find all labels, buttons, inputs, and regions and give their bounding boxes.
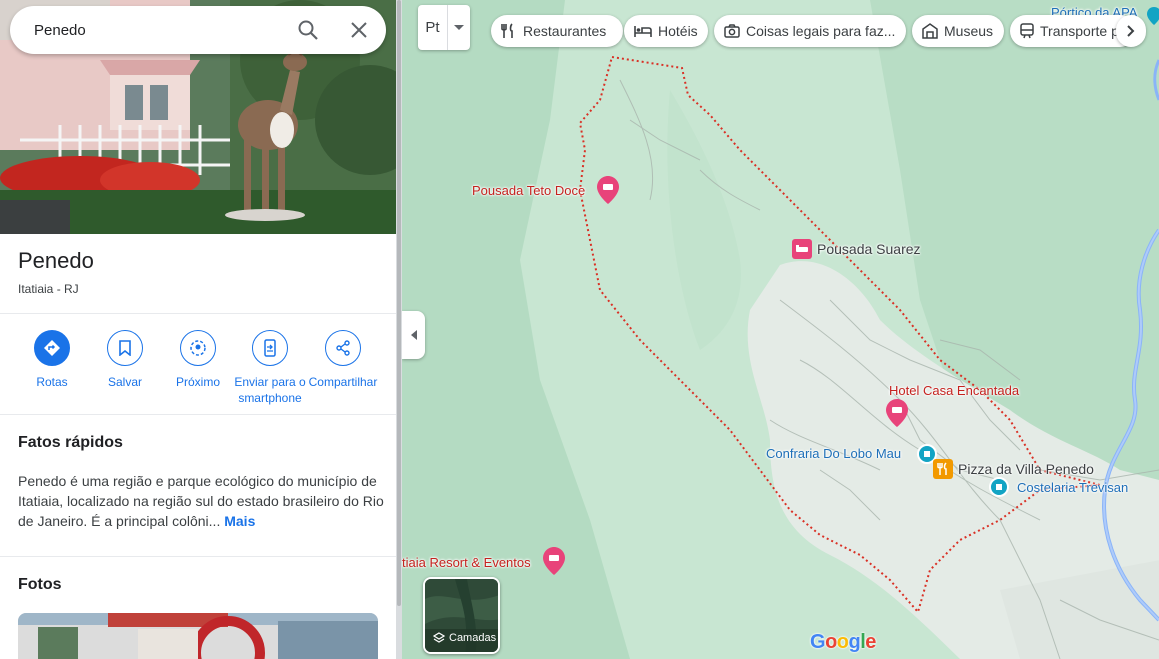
divider [0, 313, 396, 314]
chip-label: Hotéis [658, 23, 698, 39]
page-title: Penedo [18, 248, 94, 273]
place-label-costelaria[interactable]: Costelaria Trevisan [1017, 480, 1128, 495]
close-icon[interactable] [347, 18, 371, 42]
panel-scrollbar[interactable] [396, 0, 402, 659]
search-input[interactable] [34, 21, 274, 39]
collapse-panel-button[interactable] [402, 311, 425, 359]
nearby-button[interactable]: Próximo [158, 330, 238, 390]
nearby-icon[interactable] [180, 330, 216, 366]
search-box[interactable] [10, 6, 386, 54]
place-label-casa-encantada[interactable]: Hotel Casa Encantada [889, 383, 1019, 398]
chevron-down-icon[interactable] [448, 5, 470, 50]
hotel-pin-icon[interactable] [597, 176, 619, 209]
train-icon [1020, 23, 1034, 39]
hotel-square-icon[interactable] [792, 239, 812, 264]
divider [0, 556, 396, 557]
send-to-phone-icon[interactable] [252, 330, 288, 366]
place-header: Penedo Itatiaia - RJ [18, 248, 94, 296]
divider [0, 414, 396, 415]
share-button[interactable]: Compartilhar [303, 330, 383, 390]
chip-label: Coisas legais para faz... [746, 23, 896, 39]
action-label: Enviar para o smartphone [234, 375, 306, 405]
fork-knife-icon [501, 23, 513, 38]
scrollbar-thumb[interactable] [397, 0, 401, 606]
app-root: Pórtico da APA Pousada Teto Doce Pousada… [0, 0, 1159, 659]
camera-icon [724, 24, 740, 38]
photos-heading: Fotos [18, 576, 62, 593]
place-label-pizza[interactable]: Pizza da Villa Penedo [958, 461, 1094, 477]
layers-button[interactable]: Camadas [423, 577, 500, 654]
museum-icon [922, 23, 938, 39]
facts-text: Penedo é uma região e parque ecológico d… [18, 473, 384, 529]
hotel-pin-icon[interactable] [543, 547, 565, 580]
facts-heading: Fatos rápidos [18, 434, 123, 451]
chip-label: Transporte p [1040, 23, 1119, 39]
action-label: Salvar [107, 375, 142, 389]
bed-icon [634, 26, 652, 37]
action-label: Rotas [36, 375, 68, 389]
layers-label: Camadas [449, 632, 497, 644]
google-logo: Google [810, 631, 876, 653]
chip-museus[interactable]: Museus [912, 15, 1004, 47]
directions-button[interactable]: Rotas [12, 330, 92, 390]
shop-pin-icon[interactable] [989, 477, 1009, 502]
map-canvas[interactable]: Pórtico da APA Pousada Teto Doce Pousada… [400, 0, 1159, 659]
transit-label[interactable]: Pt [418, 5, 448, 50]
place-label-teto-doce[interactable]: Pousada Teto Doce [472, 183, 585, 198]
place-label-suarez[interactable]: Pousada Suarez [817, 241, 921, 257]
action-label: Compartilhar [308, 375, 378, 389]
chip-coisas-legais[interactable]: Coisas legais para faz... [714, 15, 906, 47]
transit-layer-button[interactable]: Pt [418, 5, 470, 50]
hotel-pin-icon[interactable] [886, 399, 908, 432]
search-icon[interactable] [296, 18, 320, 42]
send-to-phone-button[interactable]: Enviar para o smartphone [230, 330, 310, 406]
action-bar: Rotas Salvar Próximo Enviar para o smart… [0, 330, 396, 410]
action-label: Próximo [175, 375, 220, 389]
chip-label: Museus [944, 23, 994, 39]
save-button[interactable]: Salvar [85, 330, 165, 390]
chevron-right-icon[interactable] [1116, 15, 1146, 47]
chip-restaurantes[interactable]: Restaurantes [491, 15, 623, 47]
chip-label: Restaurantes [523, 23, 607, 39]
chevron-left-icon [410, 330, 417, 340]
restaurant-square-icon[interactable] [933, 459, 953, 484]
place-label-lobo-mau[interactable]: Confraria Do Lobo Mau [766, 446, 901, 461]
photo-thumbnail[interactable] [18, 613, 378, 659]
attraction-pin-icon[interactable] [1147, 7, 1159, 30]
chip-hoteis[interactable]: Hotéis [624, 15, 708, 47]
place-subtitle: Itatiaia - RJ [18, 282, 79, 296]
directions-icon[interactable] [34, 330, 70, 366]
layers-icon [433, 632, 445, 643]
share-icon[interactable] [325, 330, 361, 366]
place-label-resort[interactable]: tiaia Resort & Eventos [402, 555, 531, 570]
more-link[interactable]: Mais [224, 513, 255, 529]
bookmark-icon[interactable] [107, 330, 143, 366]
facts-description: Penedo é uma região e parque ecológico d… [18, 471, 384, 531]
place-panel: Penedo Itatiaia - RJ Rotas Salvar [0, 0, 396, 659]
layers-label-row: Camadas [433, 632, 496, 644]
